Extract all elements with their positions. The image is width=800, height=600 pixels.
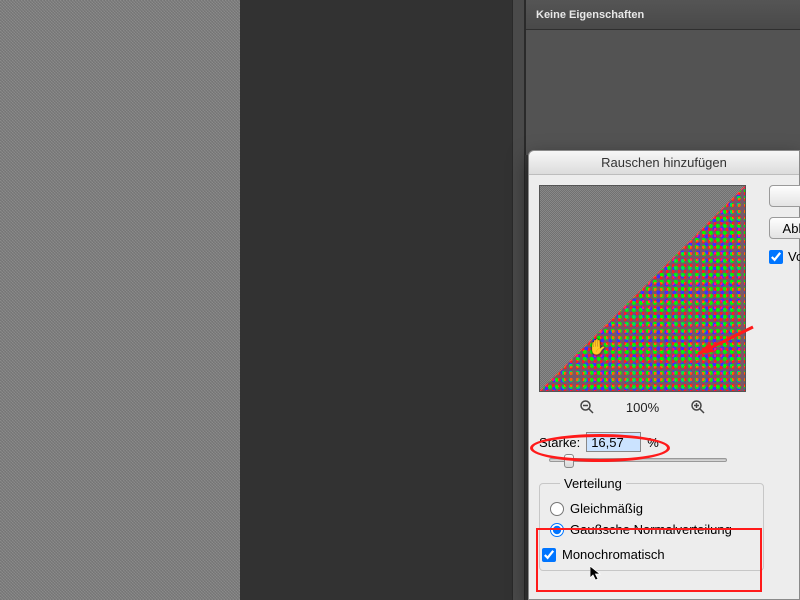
preview-label: Vorschau <box>788 249 800 264</box>
noise-layer <box>0 0 240 600</box>
properties-panel: Keine Eigenschaften <box>525 0 800 155</box>
zoom-out-icon <box>579 399 595 415</box>
zoom-level: 100% <box>626 400 659 415</box>
distribution-legend: Verteilung <box>560 476 626 491</box>
amount-slider-thumb[interactable] <box>564 454 574 468</box>
scrollbar-vertical[interactable] <box>512 0 525 600</box>
amount-input[interactable] <box>586 432 641 452</box>
dialog-title: Rauschen hinzufügen <box>529 151 799 175</box>
add-noise-dialog: Rauschen hinzufügen ✋ 100% <box>528 150 800 600</box>
monochrome-checkbox[interactable] <box>542 548 556 562</box>
pasteboard <box>240 0 512 600</box>
distribution-uniform-radio[interactable] <box>550 502 564 516</box>
distribution-uniform-option[interactable]: Gleichmäßig <box>550 501 753 516</box>
monochrome-label: Monochromatisch <box>562 547 665 562</box>
zoom-out-button[interactable] <box>578 398 596 416</box>
distribution-gaussian-label: Gaußsche Normalverteilung <box>570 522 732 537</box>
properties-panel-body <box>526 30 800 155</box>
zoom-in-icon <box>690 399 706 415</box>
preview-toggle[interactable]: Vorschau <box>769 249 800 264</box>
properties-panel-header: Keine Eigenschaften <box>526 0 800 30</box>
monochrome-option[interactable]: Monochromatisch <box>542 547 753 562</box>
amount-slider[interactable] <box>549 458 727 462</box>
noise-preview[interactable]: ✋ <box>539 185 746 392</box>
cancel-button[interactable]: Abbrechen <box>769 217 800 239</box>
preview-checkbox[interactable] <box>769 250 783 264</box>
distribution-gaussian-radio[interactable] <box>550 523 564 537</box>
amount-unit: % <box>647 435 659 450</box>
hand-cursor-icon: ✋ <box>588 338 607 356</box>
distribution-uniform-label: Gleichmäßig <box>570 501 643 516</box>
properties-panel-title: Keine Eigenschaften <box>536 9 644 21</box>
distribution-group: Verteilung Gleichmäßig Gaußsche Normalve… <box>539 476 764 571</box>
amount-label: Stärke: <box>539 435 580 450</box>
distribution-gaussian-option[interactable]: Gaußsche Normalverteilung <box>550 522 753 537</box>
document-canvas[interactable] <box>0 0 240 600</box>
zoom-in-button[interactable] <box>689 398 707 416</box>
ok-button[interactable]: OK <box>769 185 800 207</box>
